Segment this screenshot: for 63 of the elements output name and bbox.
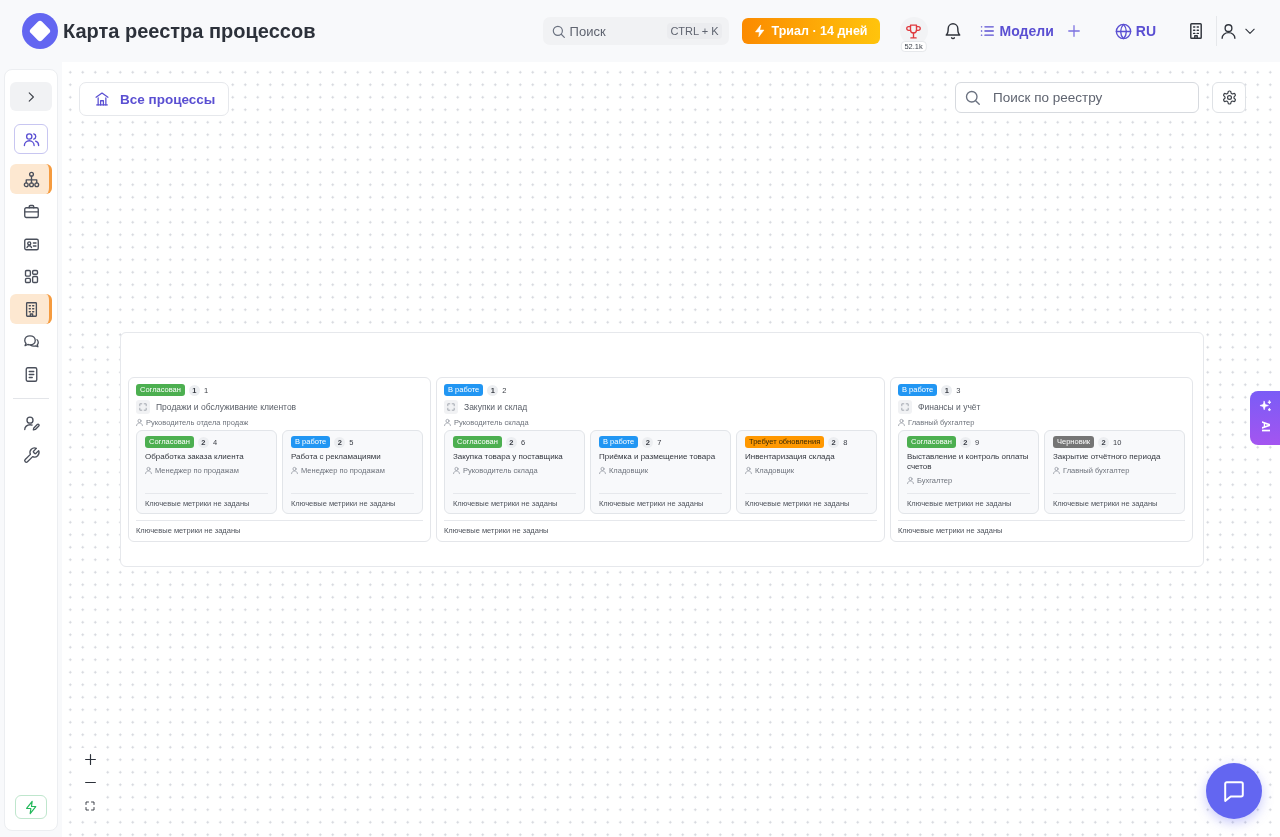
page-title: Карта реестра процессов — [63, 19, 316, 43]
org-chart-icon — [23, 171, 39, 187]
lightning-button[interactable] — [15, 795, 47, 819]
lightning-icon — [753, 25, 766, 37]
group-title: Продажи и обслуживание клиентов — [156, 402, 297, 412]
sidebar-item[interactable] — [10, 164, 52, 194]
id-card-icon — [23, 236, 39, 252]
globe-icon — [1115, 23, 1131, 39]
grid-icon — [23, 269, 39, 284]
team-button[interactable] — [14, 124, 48, 154]
person-icon — [745, 466, 752, 474]
process-title: Выставление и контроль оплаты счетов — [907, 452, 1030, 472]
person-icon — [444, 418, 451, 426]
person-icon — [136, 418, 143, 426]
process-title: Инвентаризация склада — [745, 452, 836, 462]
person-icon — [907, 476, 914, 484]
logo-icon — [22, 13, 58, 49]
building-icon[interactable] — [1188, 23, 1204, 39]
search-icon — [965, 90, 980, 105]
plus-icon[interactable] — [1066, 24, 1081, 38]
person-icon — [453, 466, 460, 474]
process-title: Закрытие отчётного периода — [1053, 452, 1162, 462]
person-icon — [898, 418, 905, 426]
user-icon[interactable] — [1221, 23, 1236, 39]
ai-assistant-tab[interactable]: AI — [1250, 391, 1280, 445]
chat-icon — [1223, 780, 1245, 802]
shortcut-hint: CTRL + K — [667, 23, 722, 39]
search-icon — [551, 24, 565, 38]
bell-icon[interactable] — [944, 23, 961, 39]
process-group-card[interactable] — [436, 377, 885, 542]
people-icon — [23, 131, 39, 147]
language-button[interactable]: RU — [1115, 23, 1156, 39]
sparkle-icon — [1258, 400, 1272, 413]
person-icon — [1053, 466, 1060, 474]
models-button[interactable]: Модели — [979, 23, 1054, 39]
home-icon — [95, 92, 109, 106]
settings-button[interactable] — [1212, 82, 1246, 113]
all-processes-button[interactable]: Все процессы — [79, 82, 230, 116]
group-title: Финансы и учёт — [918, 402, 981, 412]
person-icon — [291, 466, 298, 474]
settings-icon — [1222, 91, 1236, 104]
zoom-in-icon[interactable] — [83, 753, 97, 766]
briefcase-icon — [23, 204, 39, 219]
process-title: Закупка товара у поставщика — [453, 452, 564, 462]
sidebar-item[interactable] — [10, 294, 52, 324]
process-group-card[interactable] — [128, 377, 431, 542]
wrench-icon — [23, 448, 39, 463]
process-title: Приёмка и размещение товара — [599, 452, 717, 462]
group-title: Закупки и склад — [464, 402, 528, 412]
person-icon — [599, 466, 606, 474]
registry-search-field[interactable]: Поиск по реестру — [955, 82, 1199, 113]
user-pencil-icon — [23, 415, 39, 431]
process-title: Обработка заказа клиента — [145, 452, 245, 462]
process-title: Работа с рекламациями — [291, 452, 382, 462]
lightning-icon — [24, 800, 38, 814]
person-icon — [145, 466, 152, 474]
list-icon — [979, 24, 994, 38]
fullscreen-icon[interactable] — [85, 800, 95, 811]
document-icon — [23, 366, 39, 382]
chat-button[interactable] — [1206, 763, 1262, 819]
chat-bubbles-icon — [23, 334, 39, 349]
building-icon — [23, 301, 39, 317]
process-group-card[interactable] — [890, 377, 1193, 542]
